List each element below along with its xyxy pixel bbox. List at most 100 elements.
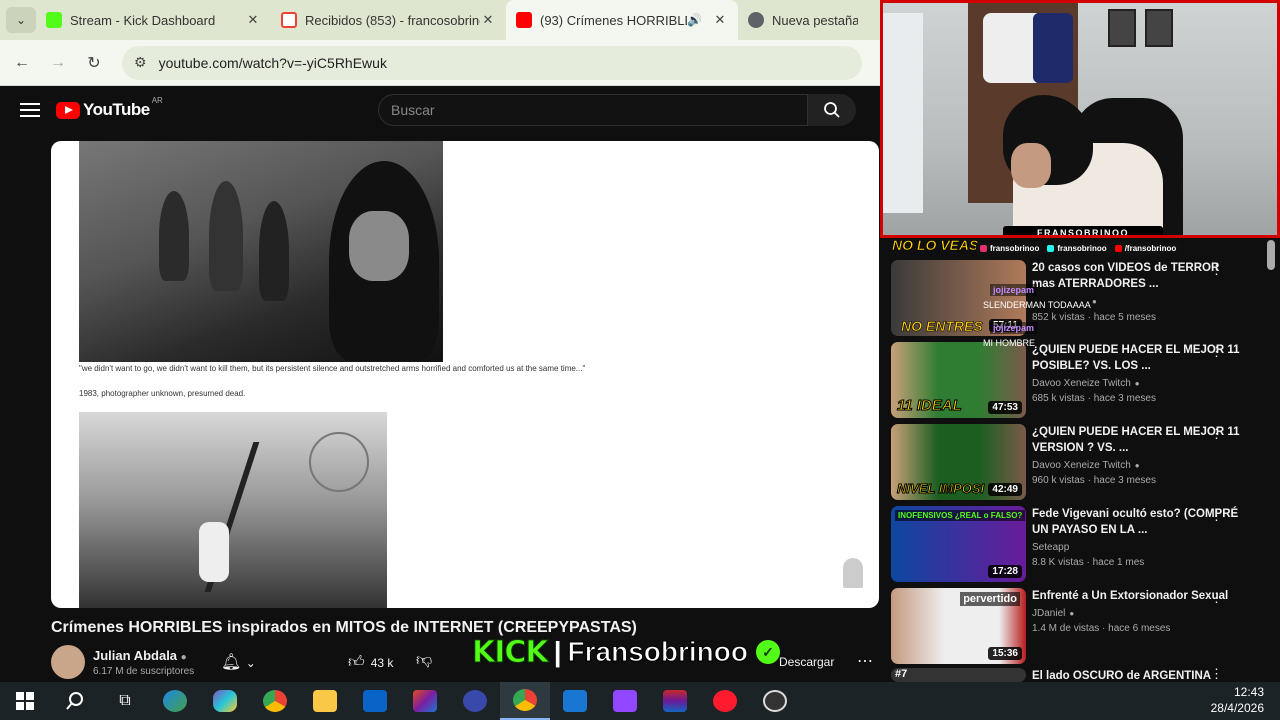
- channel-name[interactable]: Davoo Xeneize Twitch: [1032, 460, 1131, 471]
- recommended-video[interactable]: INOFENSIVOS ¿REAL o FALSO? 17:28 Fede Vi…: [891, 506, 1271, 582]
- tab-search-button[interactable]: ⌄: [6, 7, 36, 33]
- video-thumbnail[interactable]: NIVEL IMPOSI 42:49: [891, 424, 1026, 500]
- system-clock[interactable]: 12:43 28/4/2026: [1211, 684, 1264, 716]
- video-duration: 15:36: [988, 647, 1022, 660]
- tab-kick-dashboard[interactable]: Stream - Kick Dashboard ✕: [36, 0, 271, 40]
- more-vert-icon[interactable]: ⋮: [1210, 344, 1223, 360]
- channel-name[interactable]: JDaniel: [1032, 608, 1065, 619]
- webcam-nameplate: FRANSOBRINOO: [1003, 226, 1163, 235]
- office-icon: [413, 690, 437, 712]
- copilot-icon: [213, 690, 237, 712]
- youtube-play-icon: [56, 101, 80, 119]
- search-icon: [66, 692, 83, 710]
- video-meta: 1.4 M de vistas · hace 6 meses: [1032, 623, 1171, 634]
- site-settings-icon[interactable]: ⚙: [134, 54, 147, 71]
- close-icon[interactable]: ✕: [245, 12, 261, 28]
- social-tiktok: fransobrinoo: [1047, 244, 1107, 253]
- store-app[interactable]: [550, 682, 600, 720]
- video-duration: 17:28: [988, 565, 1022, 578]
- thumbnail-text: pervertido: [960, 592, 1020, 606]
- more-vert-icon[interactable]: ⋮: [1210, 262, 1223, 278]
- more-vert-icon[interactable]: ⋮: [1210, 590, 1223, 606]
- chrome-app[interactable]: [250, 682, 300, 720]
- folder-icon: [313, 690, 337, 712]
- webcam-person-face: [1011, 143, 1051, 188]
- tab-gmail[interactable]: Recibidos (853) - francosobrino ✕: [271, 0, 506, 40]
- youtube-header: YouTube AR Buscar: [0, 87, 880, 133]
- twitch-app[interactable]: [600, 682, 650, 720]
- video-thumbnail[interactable]: #7: [891, 668, 1026, 682]
- social-youtube: /fransobrinoo: [1114, 244, 1176, 253]
- menu-icon[interactable]: [20, 99, 40, 121]
- chat-message: SLENDERMAN TODAAAA: [983, 300, 1091, 310]
- instagram-icon: [980, 245, 987, 252]
- reload-icon[interactable]: ↻: [76, 53, 112, 73]
- windows-start-button[interactable]: [0, 682, 50, 720]
- edge-app[interactable]: [150, 682, 200, 720]
- video-duration: 47:53: [988, 401, 1022, 414]
- youtube-wordmark: YouTube: [83, 100, 150, 119]
- search-input[interactable]: Buscar: [378, 94, 808, 126]
- thumbnail-text: NIVEL IMPOSI: [896, 481, 985, 497]
- taskbar-search-button[interactable]: [50, 682, 100, 720]
- recommended-video[interactable]: 11 IDEAL 47:53 ¿QUIEN PUEDE HACER EL MEJ…: [891, 342, 1271, 418]
- chevron-down-icon: ⌄: [15, 13, 27, 27]
- clock-date: 28/4/2026: [1210, 701, 1264, 715]
- recommended-video[interactable]: NIVEL IMPOSI 42:49 ¿QUIEN PUEDE HACER EL…: [891, 424, 1271, 500]
- social-handles: fransobrinoo fransobrinoo /fransobrinoo: [976, 242, 1181, 255]
- speaker-icon[interactable]: 🔊: [687, 13, 702, 27]
- more-vert-icon[interactable]: ⋮: [1210, 508, 1223, 524]
- notification-bell-button[interactable]: 🔔︎ ⌄: [221, 652, 256, 672]
- tab-youtube[interactable]: (93) Crímenes HORRIBLES in 🔊 ✕: [506, 0, 738, 40]
- tab-new-tab[interactable]: Nueva pestaña: [738, 0, 868, 40]
- chrome-active-app[interactable]: [500, 682, 550, 720]
- search-button[interactable]: [808, 94, 856, 126]
- webcam-jersey-2: [1033, 13, 1073, 83]
- video-photo-slide: [79, 412, 394, 608]
- ai-assistant-icon: [463, 690, 487, 712]
- recommended-video[interactable]: pervertido 15:36 Enfrenté a Un Extorsion…: [891, 588, 1271, 664]
- search-icon: [824, 102, 840, 118]
- channel-name[interactable]: Julian Abdala ●: [93, 648, 187, 663]
- youtube-logo[interactable]: YouTube AR: [56, 96, 163, 120]
- task-view-button[interactable]: ⧉: [100, 682, 150, 720]
- winrar-app[interactable]: [650, 682, 700, 720]
- copilot-app[interactable]: [200, 682, 250, 720]
- forward-icon[interactable]: →: [40, 54, 76, 72]
- sidebar-scrollbar[interactable]: [1267, 240, 1275, 270]
- ai-app[interactable]: [450, 682, 500, 720]
- download-button[interactable]: Descargar: [779, 655, 834, 669]
- video-meta: 8.8 K vistas · hace 1 mes: [1032, 557, 1145, 568]
- kick-logo: KICK: [472, 634, 550, 670]
- video-thumbnail[interactable]: INOFENSIVOS ¿REAL o FALSO? 17:28: [891, 506, 1026, 582]
- more-vert-icon[interactable]: ⋮: [1210, 426, 1223, 442]
- back-icon[interactable]: ←: [4, 54, 40, 72]
- more-vert-icon[interactable]: ⋮: [1210, 668, 1223, 682]
- video-thumbnail[interactable]: 11 IDEAL 47:53: [891, 342, 1026, 418]
- video-player[interactable]: "we didn't want to go, we didn't want to…: [51, 141, 879, 608]
- file-explorer-app[interactable]: [300, 682, 350, 720]
- url-bar[interactable]: ⚙ youtube.com/watch?v=-yiC5RhEwuk: [122, 45, 862, 80]
- channel-name[interactable]: Seteapp: [1032, 542, 1069, 553]
- close-icon[interactable]: ✕: [712, 12, 728, 28]
- office-app[interactable]: [400, 682, 450, 720]
- video-thumbnail[interactable]: pervertido 15:36: [891, 588, 1026, 664]
- windows-logo-icon: [16, 692, 34, 710]
- video-meta: 960 k vistas · hace 3 meses: [1032, 475, 1156, 486]
- channel-avatar[interactable]: [51, 645, 85, 679]
- channel-name[interactable]: Davoo Xeneize Twitch: [1032, 378, 1131, 389]
- outlook-app[interactable]: [350, 682, 400, 720]
- thumbnail-text: INOFENSIVOS ¿REAL o FALSO?: [895, 510, 1026, 521]
- dislike-button[interactable]: 👎︎: [416, 651, 432, 670]
- more-actions-icon[interactable]: ⋯: [857, 651, 873, 671]
- webcam-window: [883, 13, 923, 213]
- opera-icon: [713, 690, 737, 712]
- close-icon[interactable]: ✕: [480, 12, 496, 28]
- like-button[interactable]: 👍︎ 43 k: [348, 653, 393, 672]
- video-meta: 852 k vistas · hace 5 meses: [1032, 312, 1156, 323]
- obs-app[interactable]: [750, 682, 800, 720]
- outlook-icon: [363, 690, 387, 712]
- chat-username: jojizepam: [990, 284, 1038, 296]
- opera-app[interactable]: [700, 682, 750, 720]
- recommended-video[interactable]: #7 El lado OSCURO de ARGENTINA ⋮: [891, 668, 1271, 682]
